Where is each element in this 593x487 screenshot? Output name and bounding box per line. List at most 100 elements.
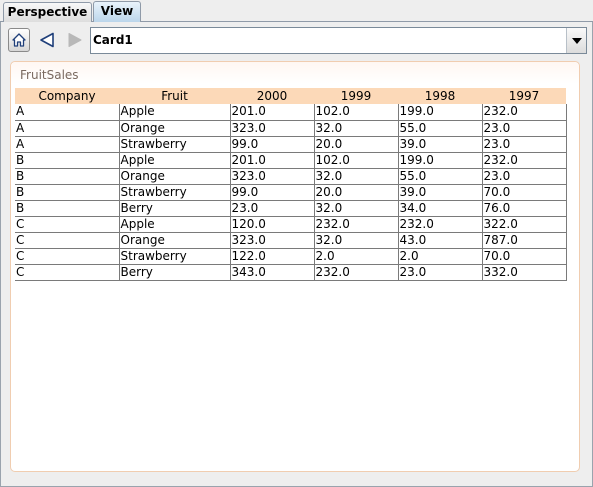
forward-arrow-icon — [68, 33, 82, 47]
table-cell[interactable]: B — [15, 168, 119, 185]
table-cell[interactable]: Apple — [118, 152, 230, 169]
table-cell[interactable]: C — [15, 216, 119, 233]
table-row[interactable]: A Strawberry 99.0 20.0 39.0 23.0 — [15, 136, 567, 153]
tab-bar: Perspective View — [0, 0, 593, 23]
table-cell[interactable]: 23.0 — [481, 168, 567, 185]
table-cell[interactable]: 232.0 — [397, 216, 482, 233]
table-cell[interactable]: 2.0 — [313, 248, 398, 265]
table-cell[interactable]: 32.0 — [313, 232, 398, 249]
table-cell[interactable]: 232.0 — [313, 216, 398, 233]
table-cell[interactable]: 23.0 — [481, 120, 567, 137]
back-arrow-icon — [40, 32, 54, 48]
card-selector-dropdown-button[interactable] — [566, 28, 586, 53]
table-cell[interactable]: 23.0 — [481, 136, 567, 153]
table-cell[interactable]: Orange — [118, 168, 230, 185]
table-cell[interactable]: 70.0 — [481, 184, 567, 201]
table-cell[interactable]: 787.0 — [481, 232, 567, 249]
home-icon — [12, 33, 26, 47]
table-cell[interactable]: Strawberry — [118, 136, 230, 153]
table-header-row: Company Fruit 2000 1999 1998 1997 — [15, 88, 566, 104]
table-cell[interactable]: B — [15, 152, 119, 169]
tab-view[interactable]: View — [93, 1, 141, 23]
fruitsales-table: Company Fruit 2000 1999 1998 1997 A Apple 201.0… — [15, 88, 567, 281]
table-cell[interactable]: 23.0 — [229, 200, 314, 217]
card-selector[interactable]: Card1 — [90, 27, 587, 54]
table-cell[interactable]: 34.0 — [397, 200, 482, 217]
table-cell[interactable]: Orange — [118, 120, 230, 137]
table-cell[interactable]: 102.0 — [313, 152, 398, 169]
table-cell[interactable]: 20.0 — [313, 136, 398, 153]
table-cell[interactable]: 322.0 — [481, 216, 567, 233]
table-cell[interactable]: 201.0 — [229, 152, 314, 169]
table-cell[interactable]: 323.0 — [229, 120, 314, 137]
table-row[interactable]: B Apple 201.0 102.0 199.0 232.0 — [15, 152, 567, 169]
table-row[interactable]: C Orange 323.0 32.0 43.0 787.0 — [15, 232, 567, 249]
table-cell[interactable]: 343.0 — [229, 264, 314, 281]
column-header[interactable]: Fruit — [119, 88, 230, 104]
table-cell[interactable]: Berry — [118, 200, 230, 217]
table-row[interactable]: C Berry 343.0 232.0 23.0 332.0 — [15, 264, 567, 281]
table-cell[interactable]: 232.0 — [313, 264, 398, 281]
table-cell[interactable]: Strawberry — [118, 248, 230, 265]
table-cell[interactable]: A — [15, 104, 119, 121]
table-cell[interactable]: 102.0 — [313, 104, 398, 121]
table-cell[interactable]: 70.0 — [481, 248, 567, 265]
table-cell[interactable]: 232.0 — [481, 104, 567, 121]
table-cell[interactable]: 20.0 — [313, 184, 398, 201]
tab-perspective[interactable]: Perspective — [3, 2, 92, 23]
chevron-down-icon — [571, 37, 582, 44]
table-cell[interactable]: 55.0 — [397, 168, 482, 185]
table-cell[interactable]: C — [15, 264, 119, 281]
table-cell[interactable]: 120.0 — [229, 216, 314, 233]
table-cell[interactable]: 332.0 — [481, 264, 567, 281]
table-row[interactable]: C Apple 120.0 232.0 232.0 322.0 — [15, 216, 567, 233]
column-header[interactable]: 1998 — [398, 88, 482, 104]
table-cell[interactable]: 76.0 — [481, 200, 567, 217]
column-header[interactable]: Company — [15, 88, 119, 104]
table-cell[interactable]: 32.0 — [313, 200, 398, 217]
table-cell[interactable]: A — [15, 120, 119, 137]
table-cell[interactable]: 39.0 — [397, 184, 482, 201]
table-cell[interactable]: 32.0 — [313, 168, 398, 185]
panel-title-bar: FruitSales — [11, 62, 579, 84]
table-cell[interactable]: 55.0 — [397, 120, 482, 137]
table-cell[interactable]: C — [15, 248, 119, 265]
table-cell[interactable]: 99.0 — [229, 184, 314, 201]
column-header[interactable]: 1997 — [482, 88, 566, 104]
table-row[interactable]: B Berry 23.0 32.0 34.0 76.0 — [15, 200, 567, 217]
table-cell[interactable]: 323.0 — [229, 232, 314, 249]
panel-title: FruitSales — [20, 68, 79, 82]
table-row[interactable]: B Orange 323.0 32.0 55.0 23.0 — [15, 168, 567, 185]
table-cell[interactable]: C — [15, 232, 119, 249]
card-selector-value: Card1 — [93, 33, 133, 47]
table-cell[interactable]: 23.0 — [397, 264, 482, 281]
table-cell[interactable]: 43.0 — [397, 232, 482, 249]
table-cell[interactable]: 199.0 — [397, 152, 482, 169]
table-cell[interactable]: Apple — [118, 216, 230, 233]
table-cell[interactable]: Berry — [118, 264, 230, 281]
table-row[interactable]: A Orange 323.0 32.0 55.0 23.0 — [15, 120, 567, 137]
table-cell[interactable]: 323.0 — [229, 168, 314, 185]
table-cell[interactable]: B — [15, 184, 119, 201]
table-cell[interactable]: 39.0 — [397, 136, 482, 153]
column-header[interactable]: 2000 — [230, 88, 314, 104]
table-cell[interactable]: 32.0 — [313, 120, 398, 137]
table-cell[interactable]: A — [15, 136, 119, 153]
table-cell[interactable]: B — [15, 200, 119, 217]
table-cell[interactable]: 199.0 — [397, 104, 482, 121]
table-cell[interactable]: 232.0 — [481, 152, 567, 169]
home-button[interactable] — [8, 28, 30, 52]
table-cell[interactable]: 2.0 — [397, 248, 482, 265]
column-header[interactable]: 1999 — [314, 88, 398, 104]
table-row[interactable]: A Apple 201.0 102.0 199.0 232.0 — [15, 104, 567, 121]
forward-button[interactable] — [63, 27, 87, 53]
table-cell[interactable]: 201.0 — [229, 104, 314, 121]
table-cell[interactable]: Strawberry — [118, 184, 230, 201]
table-row[interactable]: B Strawberry 99.0 20.0 39.0 70.0 — [15, 184, 567, 201]
table-row[interactable]: C Strawberry 122.0 2.0 2.0 70.0 — [15, 248, 567, 265]
table-cell[interactable]: Apple — [118, 104, 230, 121]
table-cell[interactable]: 122.0 — [229, 248, 314, 265]
table-cell[interactable]: Orange — [118, 232, 230, 249]
back-button[interactable] — [35, 27, 59, 53]
table-cell[interactable]: 99.0 — [229, 136, 314, 153]
